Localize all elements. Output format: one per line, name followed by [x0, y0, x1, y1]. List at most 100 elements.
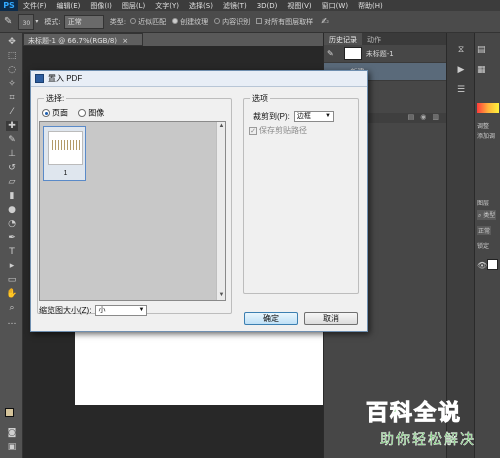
more-tools-icon[interactable]: …	[6, 317, 18, 327]
preserve-clip-path-checkbox[interactable]: ✓ 保存剪贴路径	[249, 125, 307, 136]
color-panel-icon[interactable]: ▤	[477, 45, 486, 55]
path-select-tool-icon[interactable]: ▸	[6, 261, 18, 271]
page-preview-content	[52, 140, 81, 150]
screen-mode-icon[interactable]: ▣	[6, 442, 18, 452]
document-tab[interactable]: 未标题-1 @ 66.7%(RGB/8) ×	[23, 33, 143, 46]
menu-window[interactable]: 窗口(W)	[317, 1, 353, 11]
cancel-button[interactable]: 取消	[304, 312, 358, 325]
brush-tool-icon[interactable]: ✎	[4, 16, 12, 27]
trash-icon[interactable]: ▥	[432, 113, 439, 123]
menu-edit[interactable]: 编辑(E)	[52, 1, 86, 11]
quick-mask-icon[interactable]: ◙	[6, 428, 18, 438]
layers-tab[interactable]: 图层	[477, 198, 489, 207]
options-bar: ✎ 30 ▾ 模式: 正常 类型: 近似匹配 创建纹理 内容识别 对所有图层取样…	[0, 11, 500, 33]
pages-radio-label: 页面	[52, 108, 68, 117]
new-document-from-state-icon[interactable]: ▤	[408, 113, 415, 123]
check-icon: ✓	[249, 126, 257, 135]
search-icon: ⌕	[478, 212, 482, 219]
marquee-tool-icon[interactable]: ⬚	[6, 51, 18, 61]
shape-tool-icon[interactable]: ▭	[6, 275, 18, 285]
photoshop-logo: PS	[0, 0, 18, 11]
sample-all-layers-checkbox[interactable]: 对所有图层取样	[256, 17, 313, 27]
dialog-title: 置入 PDF	[48, 74, 83, 83]
lasso-tool-icon[interactable]: ◌	[6, 65, 18, 75]
page-thumbnail-list[interactable]: 1 ▲ ▼	[39, 121, 226, 301]
mode-select[interactable]: 正常	[63, 14, 104, 29]
history-brush-tool-icon[interactable]: ↺	[6, 163, 18, 173]
crop-tool-icon[interactable]: ⌗	[6, 93, 18, 103]
menu-layer[interactable]: 图层(L)	[117, 1, 150, 11]
clone-stamp-tool-icon[interactable]: ⊥	[6, 149, 18, 159]
blend-mode-select[interactable]: 正常	[477, 226, 492, 235]
quick-select-tool-icon[interactable]: ✧	[6, 79, 18, 89]
type-option-texture[interactable]: 创建纹理	[172, 17, 208, 27]
properties-panel-icon[interactable]: ☰	[456, 85, 466, 95]
camera-snapshot-icon[interactable]: ◉	[420, 113, 426, 123]
actions-panel-icon[interactable]: ▶	[456, 65, 466, 75]
foreground-color-swatch[interactable]	[5, 408, 14, 417]
pages-radio[interactable]: 页面	[42, 108, 70, 117]
menu-3d[interactable]: 3D(D)	[252, 2, 283, 10]
gradient-tool-icon[interactable]: ▮	[6, 191, 18, 201]
select-legend: 选择:	[44, 93, 67, 104]
type-tool-icon[interactable]: T	[6, 247, 18, 257]
layer-thumbnail[interactable]	[487, 259, 498, 270]
dodge-tool-icon[interactable]: ◔	[6, 219, 18, 229]
crop-to-select[interactable]: 边框 ▼	[293, 111, 334, 122]
swatch-gradient[interactable]	[477, 103, 499, 113]
crop-to-value: 边框	[296, 113, 311, 120]
thumbnail-size-row: 缩览图大小(Z): 小 ▼	[39, 305, 148, 316]
thumbnail-size-select[interactable]: 小 ▼	[95, 305, 148, 316]
eraser-tool-icon[interactable]: ▱	[6, 177, 18, 187]
snapshot-label: 未标题-1	[365, 49, 394, 58]
tab-actions[interactable]: 动作	[362, 33, 386, 45]
chevron-down-icon[interactable]: ▾	[35, 18, 38, 25]
watermark: 百科全说 助你轻松解决	[365, 395, 488, 455]
crop-to-label: 裁剪到(P):	[253, 112, 290, 121]
ok-button[interactable]: 确定	[244, 312, 298, 325]
type-option-content-aware[interactable]: 内容识别	[214, 17, 250, 27]
adjustments-tab[interactable]: 调整	[477, 121, 489, 130]
brush-size-value: 30	[22, 19, 31, 27]
brush-tool-icon[interactable]: ✎	[6, 135, 18, 145]
page-thumbnail[interactable]: 1	[43, 126, 86, 181]
eye-icon[interactable]: 👁	[477, 261, 487, 270]
document-tab-label: 未标题-1 @ 66.7%(RGB/8)	[28, 37, 118, 45]
menu-type[interactable]: 文字(Y)	[150, 1, 184, 11]
brush-preset-picker[interactable]: 30	[18, 13, 35, 30]
move-tool-icon[interactable]: ✥	[6, 37, 18, 47]
pen-tool-icon[interactable]: ✒	[6, 233, 18, 243]
menu-file[interactable]: 文件(F)	[18, 1, 52, 11]
blur-tool-icon[interactable]: ●	[6, 205, 18, 215]
thumbnail-size-value: 小	[98, 307, 106, 314]
layer-kind-filter[interactable]: ⌕ 类型	[477, 210, 497, 220]
snapshot-thumbnail	[343, 47, 362, 60]
add-adjustment-label: 添加调	[477, 133, 496, 140]
eyedropper-tool-icon[interactable]: ⁄	[6, 107, 18, 117]
images-radio[interactable]: 图像	[78, 108, 104, 117]
menu-filter[interactable]: 滤镜(T)	[218, 1, 252, 11]
scroll-down-icon[interactable]: ▼	[217, 291, 226, 300]
menu-image[interactable]: 图像(I)	[85, 1, 117, 11]
type-option-proximity[interactable]: 近似匹配	[130, 17, 166, 27]
options-legend: 选项	[250, 93, 270, 104]
scroll-up-icon[interactable]: ▲	[217, 122, 226, 131]
menu-view[interactable]: 视图(V)	[282, 1, 316, 11]
menu-help[interactable]: 帮助(H)	[353, 1, 388, 11]
chevron-down-icon: ▼	[138, 307, 145, 313]
history-snapshot[interactable]: ✎ 未标题-1	[324, 45, 446, 63]
hand-tool-icon[interactable]: ✋	[6, 289, 18, 299]
watermark-title: 百科全说	[365, 401, 463, 427]
dialog-titlebar[interactable]: 置入 PDF	[31, 71, 367, 87]
healing-brush-tool-icon[interactable]: ✚	[6, 121, 18, 131]
crop-to-row: 裁剪到(P): 边框 ▼	[253, 111, 334, 122]
pressure-icon[interactable]: ✍	[321, 17, 329, 27]
thumbnail-scrollbar[interactable]: ▲ ▼	[216, 122, 225, 300]
zoom-tool-icon[interactable]: ⌕	[6, 303, 18, 313]
history-panel-icon[interactable]: ⧖	[456, 45, 466, 55]
tab-history[interactable]: 历史记录	[324, 33, 362, 45]
swatches-panel-icon[interactable]: ▦	[477, 65, 486, 75]
close-icon[interactable]: ×	[122, 37, 128, 45]
images-radio-label: 图像	[88, 108, 105, 117]
menu-select[interactable]: 选择(S)	[184, 1, 218, 11]
